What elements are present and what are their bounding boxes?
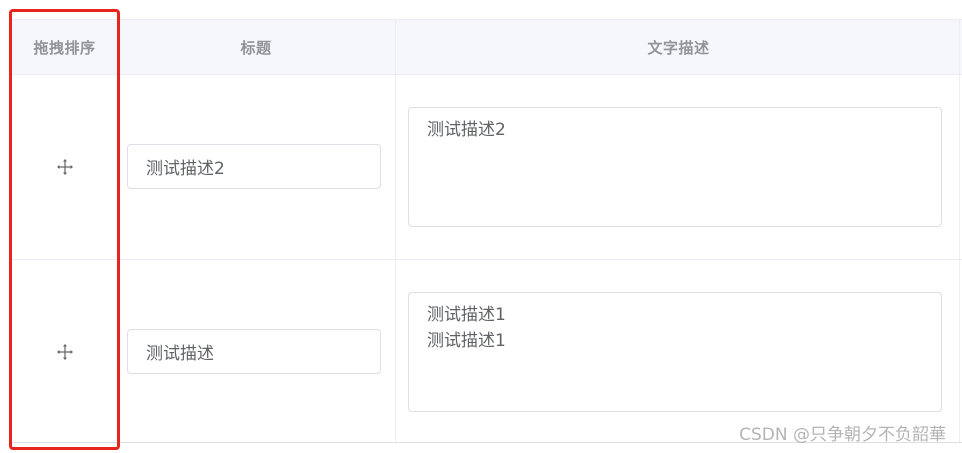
column-divider	[959, 20, 960, 444]
title-input[interactable]	[127, 144, 381, 189]
column-divider	[395, 20, 396, 444]
header-description: 文字描述	[647, 39, 710, 57]
column-divider	[117, 20, 118, 444]
move-icon[interactable]	[56, 158, 74, 176]
description-textarea[interactable]: 测试描述1 测试描述1	[408, 292, 942, 412]
move-icon[interactable]	[56, 343, 74, 361]
drag-cell	[12, 260, 117, 443]
header-drag-sort: 拖拽排序	[33, 39, 96, 57]
description-cell: 测试描述2	[395, 75, 962, 259]
table-row: 测试描述2	[12, 75, 962, 260]
table-header: 拖拽排序 标题 文字描述	[12, 20, 962, 75]
watermark: CSDN @只争朝夕不负韶華	[739, 425, 946, 445]
title-cell	[117, 260, 395, 443]
title-input[interactable]	[127, 329, 381, 374]
sortable-table: 拖拽排序 标题 文字描述 测试描述2 测试描述2 测试描述 测试描述1 测试描述…	[12, 19, 962, 444]
description-cell: 测试描述1 测试描述1	[395, 260, 962, 443]
description-textarea[interactable]: 测试描述2	[408, 107, 942, 227]
title-cell	[117, 75, 395, 259]
header-title: 标题	[240, 39, 272, 57]
page: 拖拽排序 标题 文字描述 测试描述2 测试描述2 测试描述 测试描述1 测试描述…	[0, 0, 962, 453]
drag-cell	[12, 75, 117, 259]
table-row: 测试描述1 测试描述1	[12, 260, 962, 443]
